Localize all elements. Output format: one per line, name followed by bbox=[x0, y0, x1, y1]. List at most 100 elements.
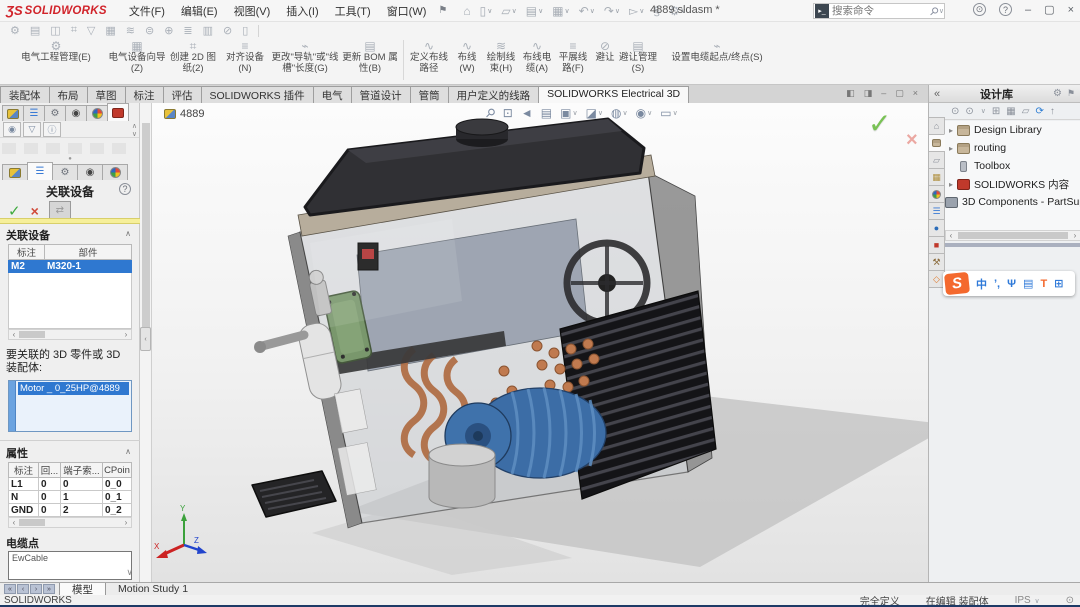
set-cable-origin-destination-button[interactable]: ⌁设置电缆起点/终点(S) bbox=[657, 39, 777, 83]
tab-pm-display[interactable] bbox=[102, 164, 128, 180]
menu-tools[interactable]: 工具(T) bbox=[327, 0, 379, 22]
quick-tool-icon[interactable]: ▤ bbox=[30, 24, 40, 37]
zoom-fit-icon[interactable]: ⚲ bbox=[486, 106, 495, 120]
props-col-cpoint[interactable]: CPoin bbox=[103, 463, 132, 478]
restore-icon[interactable]: ▢ bbox=[1044, 3, 1054, 16]
toolbox-grid-icon[interactable]: ⊞ bbox=[1054, 277, 1063, 290]
quick-tool-icon[interactable]: ⊜ bbox=[145, 24, 154, 37]
quick-tool-icon[interactable]: ≣ bbox=[183, 24, 192, 37]
device-col-part[interactable]: 部件 bbox=[45, 245, 132, 260]
parts-listbox[interactable]: Motor _ 0_25HP@4889 bbox=[8, 380, 132, 432]
tab-motion-study[interactable]: Motion Study 1 bbox=[106, 583, 200, 596]
search-input[interactable] bbox=[832, 5, 930, 17]
eye-icon[interactable]: ◉ bbox=[3, 122, 21, 137]
minimize-icon[interactable]: – bbox=[1025, 4, 1031, 16]
new-folder-icon[interactable]: ▱ bbox=[1022, 106, 1030, 117]
tab-electrical[interactable]: 电气 bbox=[313, 86, 352, 103]
pane-divider[interactable] bbox=[945, 243, 1080, 247]
tab-user-defined-routes[interactable]: 用户定义的线路 bbox=[448, 86, 540, 103]
zoom-area-icon[interactable]: ⊡ bbox=[503, 106, 513, 120]
props-col-mark[interactable]: 标注 bbox=[9, 463, 39, 478]
tab-custom-properties[interactable]: ☰ bbox=[929, 202, 945, 220]
tab-pm-config[interactable]: ◉ bbox=[77, 164, 103, 180]
confirm-cancel-button[interactable]: × bbox=[906, 129, 918, 152]
tree-item-3d-components[interactable]: 3D Components - PartSupply bbox=[945, 193, 1080, 211]
add-to-library-icon[interactable]: ⊞ bbox=[992, 106, 1000, 117]
scrollbar-thumb[interactable] bbox=[142, 123, 150, 328]
change-rail-duct-length-button[interactable]: ⌁更改"导轨"或"线槽"长度(G) bbox=[270, 39, 340, 83]
collapsed-feature-tree[interactable] bbox=[2, 143, 132, 154]
tab-piping[interactable]: 管道设计 bbox=[351, 86, 411, 103]
display-style-icon[interactable]: ◪∨ bbox=[586, 106, 603, 120]
quick-tool-icon[interactable]: ▯ bbox=[242, 24, 248, 37]
tab-markup[interactable]: 标注 bbox=[125, 86, 164, 103]
tab-view-palette[interactable]: ▦ bbox=[929, 168, 945, 186]
tree-hscrollbar[interactable]: ‹› bbox=[945, 230, 1080, 241]
refresh-icon[interactable]: ⟳ bbox=[1035, 106, 1043, 117]
tab-addins[interactable]: SOLIDWORKS 插件 bbox=[201, 86, 314, 103]
tab-sketch[interactable]: 草图 bbox=[87, 86, 126, 103]
tab-manufacturing[interactable]: ⚒ bbox=[929, 253, 945, 271]
open-icon[interactable]: ▱∨ bbox=[501, 4, 516, 18]
update-bom-properties-button[interactable]: ▤更新 BOM 属性(B) bbox=[340, 39, 400, 83]
previous-view-icon[interactable]: ◄ bbox=[521, 106, 533, 120]
route-cables-button[interactable]: ∿布线电缆(A) bbox=[519, 39, 555, 83]
tab-pm-manager[interactable]: ⚙ bbox=[52, 164, 78, 180]
machine-body[interactable] bbox=[252, 119, 716, 528]
expander-icon[interactable]: ▸ bbox=[945, 126, 957, 135]
menu-view[interactable]: 视图(V) bbox=[226, 0, 279, 22]
model-3d[interactable]: Y X Z bbox=[152, 103, 928, 582]
back-icon[interactable]: ⊙ bbox=[951, 106, 959, 117]
props-row[interactable]: N010_1 bbox=[9, 491, 132, 504]
ime-mode-toggle[interactable]: 中 bbox=[976, 276, 987, 292]
home-icon[interactable]: ⌂ bbox=[463, 4, 470, 18]
undo-icon[interactable]: ↶∨ bbox=[579, 4, 595, 18]
collapse-chevron-icon[interactable]: ∧ bbox=[125, 447, 131, 456]
options-gear-icon[interactable]: ⚙ bbox=[1053, 88, 1062, 99]
pane-restore-icon[interactable]: ▢ bbox=[895, 88, 904, 99]
quick-tool-icon[interactable]: ⚙ bbox=[10, 24, 20, 37]
props-col-circuit[interactable]: 回... bbox=[39, 463, 61, 478]
graphics-viewport[interactable]: Y X Z 4889 ⚲ ⊡ ◄ ▤ ▣∨ ◪∨ ◍∨ ◉∨ ▭∨ ✓ × bbox=[152, 103, 928, 582]
tree-scroll-arrows[interactable]: ∧∨ bbox=[132, 123, 137, 139]
save-icon[interactable]: ▤∨ bbox=[526, 4, 543, 18]
tree-item-sw-content[interactable]: ▸ SOLIDWORKS 内容 bbox=[945, 175, 1080, 193]
quick-tool-icon[interactable]: ▦ bbox=[105, 24, 115, 37]
expander-icon[interactable]: ▸ bbox=[945, 144, 957, 153]
avoid-manager-button[interactable]: ▤避让管理(S) bbox=[619, 39, 657, 83]
route-harness-button[interactable]: ≋绘制线束(H) bbox=[483, 39, 519, 83]
tab-display-manager[interactable] bbox=[86, 105, 108, 121]
quick-tool-icon[interactable]: ≋ bbox=[126, 24, 135, 37]
tab-assembly-tree[interactable] bbox=[2, 105, 24, 121]
section-view-icon[interactable]: ▤ bbox=[541, 106, 552, 120]
cancel-button[interactable]: × bbox=[31, 203, 39, 219]
panel-scroll-down-icon[interactable]: ∨ bbox=[126, 567, 133, 578]
select-icon[interactable]: ▻∨ bbox=[629, 4, 644, 18]
tab-sw-resources[interactable]: ⌂ bbox=[929, 117, 945, 135]
tab-layout[interactable]: 布局 bbox=[49, 86, 88, 103]
flatten-route-button[interactable]: ≡平展线路(F) bbox=[555, 39, 591, 83]
collapse-chevron-icon[interactable]: ∧ bbox=[125, 229, 131, 238]
next-tab-icon[interactable]: › bbox=[30, 584, 42, 594]
expander-icon[interactable]: ▸ bbox=[945, 180, 957, 189]
tab-design-library[interactable] bbox=[929, 134, 945, 152]
properties-table-hscrollbar[interactable]: ‹› bbox=[8, 517, 132, 528]
route-wires-button[interactable]: ∿布线(W) bbox=[451, 39, 483, 83]
status-units[interactable]: IPS ∨ bbox=[1015, 595, 1040, 606]
avoid-button[interactable]: ⊘避让 bbox=[591, 39, 619, 83]
prev-tab-icon[interactable]: ‹ bbox=[17, 584, 29, 594]
props-row[interactable]: L1000_0 bbox=[9, 478, 132, 491]
command-search[interactable]: ▸_ ⚲ ∨ bbox=[813, 3, 945, 19]
device-table-hscrollbar[interactable]: ‹› bbox=[8, 329, 132, 340]
view-settings-icon[interactable]: ▭∨ bbox=[660, 106, 677, 120]
status-gear-icon[interactable]: ⊙ bbox=[1066, 595, 1074, 606]
props-row[interactable]: GND020_2 bbox=[9, 504, 132, 517]
tab-electrical-content[interactable]: ■ bbox=[929, 236, 945, 254]
panel-collapse-handle[interactable]: ‹ bbox=[140, 327, 151, 351]
user-account-icon[interactable]: ⊙ bbox=[973, 3, 986, 16]
close-icon[interactable]: × bbox=[1068, 4, 1074, 16]
define-route-path-button[interactable]: ∿定义布线路径 bbox=[407, 39, 451, 83]
menubar-pin-icon[interactable]: ⚑ bbox=[438, 5, 447, 16]
quick-tool-icon[interactable]: ◫ bbox=[50, 24, 60, 37]
align-components-button[interactable]: ≡对齐设备(N) bbox=[220, 39, 270, 83]
